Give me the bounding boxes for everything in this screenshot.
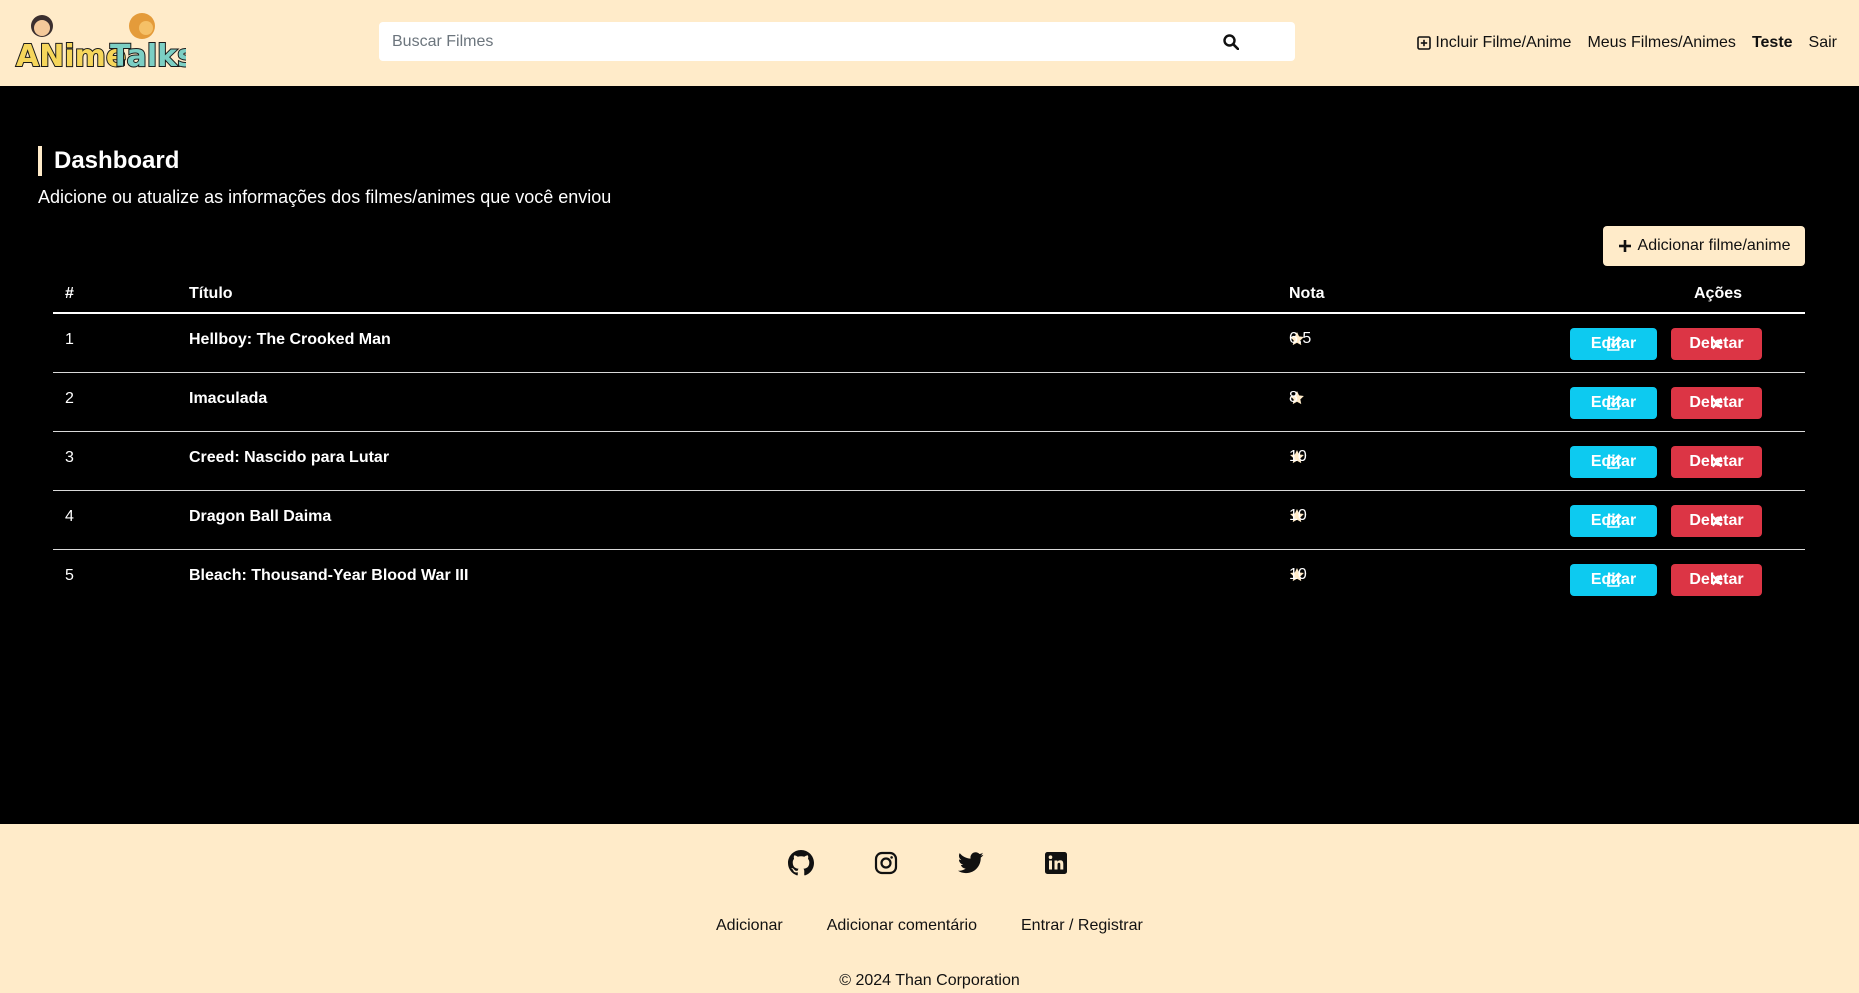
edit-button[interactable]: Editar [1570,564,1657,596]
plus-square-icon [1417,36,1432,50]
edit-button[interactable]: Editar [1570,328,1657,360]
delete-label: Deletar [1689,394,1744,411]
header-title: Título [189,285,233,302]
edit-label: Editar [1590,335,1637,352]
github-icon[interactable] [788,850,814,876]
movies-table: # Título Nota Ações 1 Hellboy: The Crooke… [53,276,1805,609]
table-row: 3 Creed: Nascido para Lutar 10 Editar Deleta… [53,432,1805,491]
edit-label: Editar [1590,571,1637,588]
table-row: 1 Hellboy: The Crooked Man 6.5 Editar Deleta… [53,314,1805,373]
nav-links: Incluir Filme/Anime Meus Filmes/Animes T… [1417,0,1837,86]
rating-value: 10 [1289,566,1307,583]
page-subtitle: Adicione ou atualize as informações dos … [38,187,612,207]
delete-label: Deletar [1689,453,1744,470]
copyright-text: © 2024 Than Corporation [839,972,1020,989]
row-num: 2 [65,390,74,407]
dashboard-main: Dashboard Adicione ou atualize as inform… [0,86,1859,824]
instagram-icon[interactable] [873,850,899,876]
row-title: Creed: Nascido para Lutar [189,449,390,466]
footer-link-login[interactable]: Entrar / Registrar [1021,917,1143,935]
footer: Adicionar Adicionar comentário Entrar / … [0,824,1859,993]
page-title: Dashboard [38,146,179,176]
search-bar [379,22,1295,61]
table-header: # Título Nota Ações [53,276,1805,314]
delete-label: Deletar [1689,571,1744,588]
include-movie-link[interactable]: Incluir Filme/Anime [1417,34,1571,52]
search-button[interactable] [1211,22,1251,61]
delete-label: Deletar [1689,335,1744,352]
delete-button[interactable]: Deletar [1671,328,1762,360]
search-input[interactable] [379,22,1211,61]
include-movie-label: Incluir Filme/Anime [1435,34,1572,51]
delete-button[interactable]: Deletar [1671,446,1762,478]
row-num: 5 [65,567,74,584]
row-num: 3 [65,449,74,466]
delete-button[interactable]: Deletar [1671,564,1762,596]
row-rating: 6.5 [1289,330,1311,347]
user-profile-link[interactable]: Teste [1752,34,1793,52]
row-title: Dragon Ball Daima [189,508,332,525]
add-movie-label: Adicionar filme/anime [1637,237,1791,254]
twitter-icon[interactable] [958,850,984,876]
footer-links: Adicionar Adicionar comentário Entrar / … [716,917,1143,935]
row-num: 1 [65,331,74,348]
row-title: Imaculada [189,390,268,407]
edit-label: Editar [1590,453,1637,470]
svg-text:Talks: Talks [110,39,186,72]
delete-button[interactable]: Deletar [1671,505,1762,537]
footer-link-add[interactable]: Adicionar [716,917,783,935]
social-links [788,850,1069,876]
rating-value: 6.5 [1289,330,1312,347]
rating-value: 8 [1289,389,1298,406]
edit-button[interactable]: Editar [1570,387,1657,419]
row-title: Hellboy: The Crooked Man [189,331,391,348]
row-rating: 10 [1289,566,1307,583]
header-nota: Nota [1289,285,1325,302]
edit-label: Editar [1590,512,1637,529]
rating-value: 10 [1289,507,1307,524]
logout-link[interactable]: Sair [1809,34,1837,52]
anime-talks-logo[interactable]: ANime Talks [14,10,196,75]
rating-value: 10 [1289,448,1307,465]
table-row: 5 Bleach: Thousand-Year Blood War III 10 Ed… [53,550,1805,609]
row-num: 4 [65,508,74,525]
header-num: # [65,285,74,302]
delete-label: Deletar [1689,512,1744,529]
table-row: 2 Imaculada 8 Editar Deletar [53,373,1805,432]
linkedin-icon[interactable] [1043,850,1069,876]
delete-button[interactable]: Deletar [1671,387,1762,419]
row-rating: 10 [1289,507,1307,524]
footer-link-comment[interactable]: Adicionar comentário [827,917,977,935]
row-rating: 8 [1289,389,1305,406]
search-icon [1223,33,1239,50]
row-rating: 10 [1289,448,1307,465]
edit-button[interactable]: Editar [1570,505,1657,537]
table-body: 1 Hellboy: The Crooked Man 6.5 Editar Deleta… [53,314,1805,609]
edit-button[interactable]: Editar [1570,446,1657,478]
my-movies-link[interactable]: Meus Filmes/Animes [1587,34,1735,52]
add-movie-button[interactable]: Adicionar filme/anime [1603,226,1805,266]
table-row: 4 Dragon Ball Daima 10 Editar Deletar [53,491,1805,550]
edit-label: Editar [1590,394,1637,411]
header-acoes: Ações [1693,285,1743,302]
plus-icon [1618,240,1631,252]
navbar: ANime Talks Incluir Filme/Anime Meus Fil… [0,0,1859,86]
row-title: Bleach: Thousand-Year Blood War III [189,567,469,584]
